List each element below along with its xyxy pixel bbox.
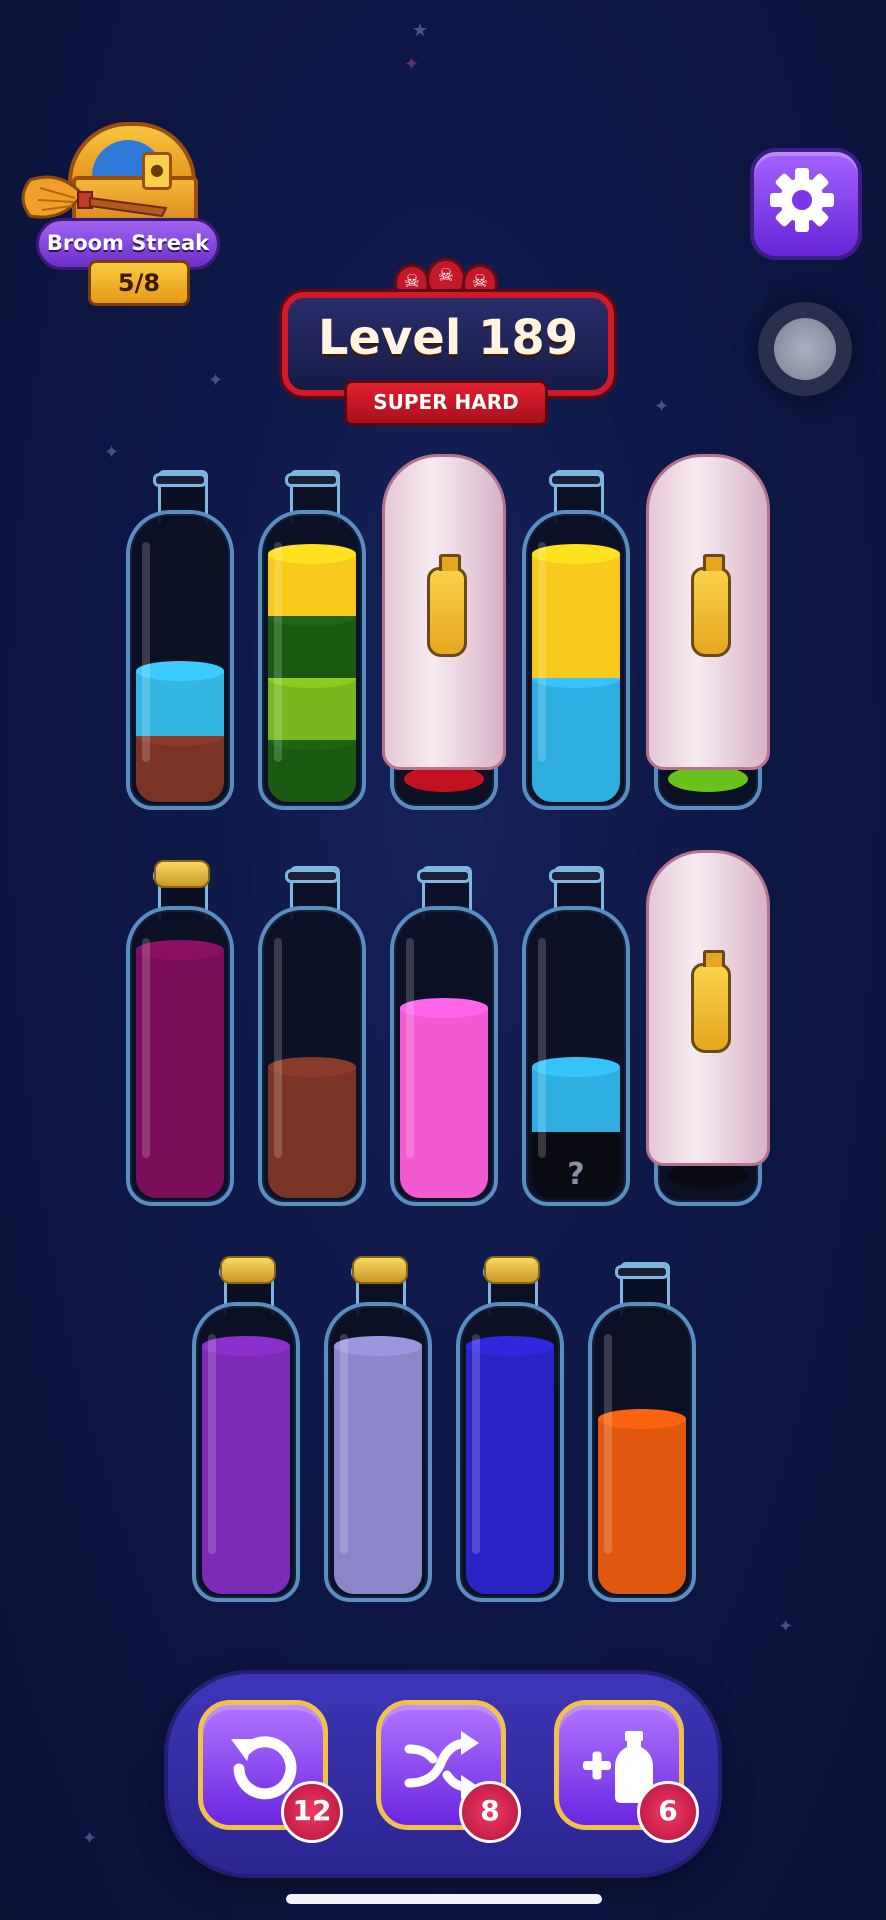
lock-icon: ● bbox=[142, 152, 172, 190]
bottle-glass bbox=[258, 906, 366, 1206]
cork-icon bbox=[220, 1256, 276, 1284]
bottle-12[interactable] bbox=[324, 1256, 432, 1602]
glass-shine bbox=[142, 542, 150, 762]
bottle-2[interactable] bbox=[258, 470, 366, 810]
home-indicator[interactable] bbox=[286, 1894, 602, 1904]
bottle-glass: ? bbox=[522, 906, 630, 1206]
bottle-5[interactable] bbox=[646, 454, 770, 810]
add-bottle-button[interactable]: 6 bbox=[554, 1700, 699, 1843]
bottle-14[interactable] bbox=[588, 1262, 696, 1602]
star-icon: ✦ bbox=[778, 1616, 794, 1637]
bottle-glass bbox=[258, 510, 366, 810]
level-title: Level 189 bbox=[317, 310, 579, 366]
shuffle-count-badge: 8 bbox=[459, 1781, 521, 1843]
bottle-7[interactable] bbox=[258, 866, 366, 1206]
bottle-glass bbox=[588, 1302, 696, 1602]
glass-shine bbox=[472, 1334, 480, 1554]
glass-shine bbox=[340, 1334, 348, 1554]
cloth-cover bbox=[382, 454, 506, 770]
bottle-glass bbox=[522, 510, 630, 810]
bottle-glass bbox=[192, 1302, 300, 1602]
bottle-6[interactable] bbox=[126, 860, 234, 1206]
bottle-10[interactable] bbox=[646, 850, 770, 1206]
record-icon[interactable] bbox=[758, 302, 852, 396]
bottle-4[interactable] bbox=[522, 470, 630, 810]
star-icon: ✦ bbox=[208, 370, 224, 391]
settings-button[interactable] bbox=[750, 148, 862, 260]
star-icon: ✦ bbox=[404, 54, 420, 75]
star-icon: ✦ bbox=[82, 1828, 98, 1849]
star-icon: ✦ bbox=[654, 396, 670, 417]
glass-shine bbox=[604, 1334, 612, 1554]
glass-shine bbox=[538, 938, 546, 1158]
bottle-glass bbox=[126, 906, 234, 1206]
potion-icon bbox=[691, 950, 731, 1053]
bottle-glass bbox=[390, 906, 498, 1206]
shuffle-button[interactable]: 8 bbox=[376, 1700, 521, 1843]
bottle-9[interactable]: ? bbox=[522, 866, 630, 1206]
difficulty-label: SUPER HARD bbox=[344, 380, 548, 426]
bottle-1[interactable] bbox=[126, 470, 234, 810]
glass-shine bbox=[142, 938, 150, 1158]
bottle-13[interactable] bbox=[456, 1256, 564, 1602]
add-bottle-count-badge: 6 bbox=[637, 1781, 699, 1843]
glass-shine bbox=[538, 542, 546, 762]
undo-count-badge: 12 bbox=[281, 1781, 343, 1843]
bottle-glass bbox=[126, 510, 234, 810]
bottle-8[interactable] bbox=[390, 866, 498, 1206]
bottle-glass bbox=[456, 1302, 564, 1602]
cork-icon bbox=[154, 860, 210, 888]
broom-streak-widget[interactable]: ● Broom Streak 5/8 bbox=[20, 112, 220, 306]
glass-shine bbox=[208, 1334, 216, 1554]
undo-button[interactable]: 12 bbox=[198, 1700, 343, 1843]
cork-icon bbox=[484, 1256, 540, 1284]
bottle-11[interactable] bbox=[192, 1256, 300, 1602]
star-icon: ★ bbox=[412, 20, 429, 41]
bottle-3[interactable] bbox=[382, 454, 506, 810]
potion-icon bbox=[427, 554, 467, 657]
star-icon: ✦ bbox=[104, 442, 120, 463]
cloth-cover bbox=[646, 850, 770, 1166]
glass-shine bbox=[406, 938, 414, 1158]
glass-shine bbox=[274, 542, 282, 762]
streak-count: 5/8 bbox=[88, 260, 190, 306]
unknown-layer-icon: ? bbox=[567, 1157, 585, 1192]
cork-icon bbox=[352, 1256, 408, 1284]
bottle-glass bbox=[324, 1302, 432, 1602]
glass-shine bbox=[274, 938, 282, 1158]
gear-icon bbox=[770, 168, 834, 232]
potion-icon bbox=[691, 554, 731, 657]
powerup-toolbar: 12 8 6 bbox=[168, 1674, 718, 1874]
cloth-cover bbox=[646, 454, 770, 770]
